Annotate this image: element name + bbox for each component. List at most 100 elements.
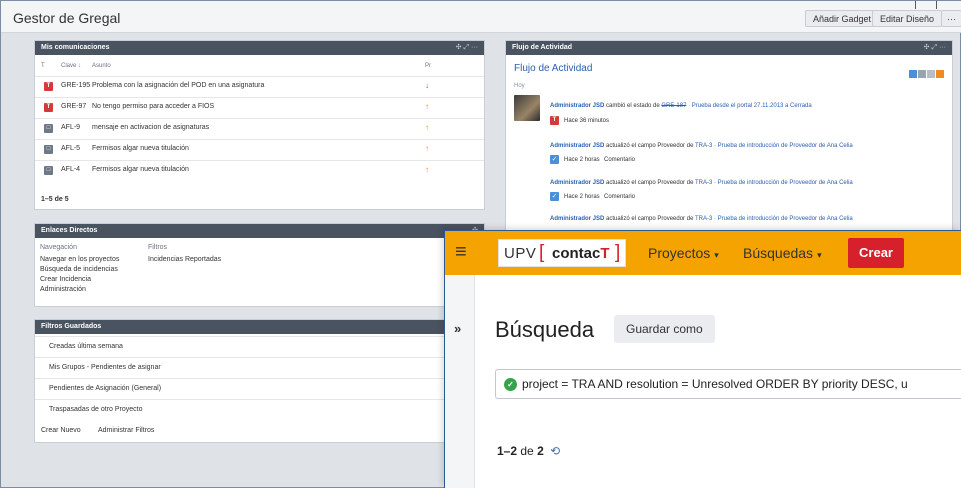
valid-query-check-icon: ✓ <box>504 378 517 391</box>
issue-link[interactable]: TRA-3 <box>695 143 712 149</box>
gadget-header: Mis comunicaciones ✣ ⤢ ··· <box>35 41 484 55</box>
comment-link[interactable]: Comentario <box>604 157 635 163</box>
activity-time: Hace 2 horas <box>564 157 600 163</box>
dashboard-title: Gestor de Gregal <box>13 10 121 26</box>
jql-query-input[interactable]: ✓ project = TRA AND resolution = Unresol… <box>495 369 961 399</box>
activity-entry-text: Administrador JSD cambió el estado de GR… <box>550 103 812 109</box>
issue-summary-link[interactable]: · Prueba de introducción de Proveedor de… <box>714 216 853 222</box>
refresh-icon[interactable]: ⟲ <box>550 444 560 458</box>
actor-link[interactable]: Administrador JSD <box>550 216 604 222</box>
saved-filter-item[interactable]: Traspasadas de otro Proyecto <box>35 399 484 420</box>
issue-key[interactable]: GRE-97 <box>61 103 86 110</box>
nav-projects-label: Proyectos <box>648 245 711 261</box>
saved-filter-item[interactable]: Pendientes de Asignación (General) <box>35 378 484 399</box>
task-type-icon: T <box>44 103 53 112</box>
link-administration[interactable]: Administración <box>40 286 86 293</box>
table-row[interactable]: T GRE-97 No tengo permiso para acceder a… <box>35 97 484 118</box>
create-button[interactable]: Crear <box>848 238 904 268</box>
activity-verb: actualizó el campo Proveedor de <box>606 180 694 186</box>
nav-searches-dropdown[interactable]: Búsquedas ▾ <box>743 245 822 261</box>
link-reported-issues[interactable]: Incidencias Reportadas <box>148 256 221 263</box>
checkbox-icon: ✓ <box>550 192 559 201</box>
task-type-icon: T <box>44 82 53 91</box>
table-row[interactable]: □ AFL-4 Fermisos algar nueva titulación … <box>35 160 484 181</box>
results-total: 2 <box>537 444 544 458</box>
issue-link[interactable]: TRA-3 <box>695 180 712 186</box>
top-navbar: ≡ UPV [ contacT ] Proyectos ▾ Búsquedas ▾ … <box>445 231 961 275</box>
activity-entry-text: Administrador JSD actualizó el campo Pro… <box>550 216 853 222</box>
list-icon[interactable] <box>918 70 926 78</box>
saved-filter-item[interactable]: Creadas última semana <box>35 336 484 357</box>
issue-link[interactable]: TRA-3 <box>695 216 712 222</box>
window-corner-mark <box>915 1 937 9</box>
rss-icon[interactable] <box>936 70 944 78</box>
issue-summary[interactable]: Fermisos algar nueva titulación <box>92 166 189 173</box>
column-header-priority[interactable]: Pr <box>425 63 431 69</box>
upv-contact-logo[interactable]: UPV [ contacT ] <box>498 239 626 267</box>
more-menu-button[interactable]: ··· <box>941 10 961 27</box>
link-issue-search[interactable]: Búsqueda de incidencias <box>40 266 118 273</box>
expand-sidebar-icon[interactable]: » <box>454 321 461 336</box>
chevron-down-icon: ▾ <box>714 250 719 260</box>
table-row[interactable]: T GRE-195 Problema con la asignación del… <box>35 76 484 97</box>
issue-key[interactable]: AFL-5 <box>61 145 80 152</box>
feed-options-icons[interactable] <box>908 65 944 83</box>
results-of-label: de <box>520 444 534 458</box>
subtask-type-icon: □ <box>44 124 53 133</box>
subtask-type-icon: □ <box>44 145 53 154</box>
gadget-title: Flujo de Actividad <box>512 44 573 51</box>
issue-summary[interactable]: Problema con la asignación del POD en un… <box>92 82 264 89</box>
gadget-header: Flujo de Actividad ✣ ⤢ ··· <box>506 41 952 55</box>
page-title: Búsqueda <box>495 317 595 342</box>
dashboard-header: Gestor de Gregal Añadir Gadget Editar Di… <box>1 1 961 33</box>
logo-bracket-left: [ <box>539 242 545 263</box>
gadget-title: Enlaces Directos <box>41 227 98 234</box>
table-row[interactable]: □ AFL-5 Fermisos algar nueva titulación … <box>35 139 484 160</box>
actor-link[interactable]: Administrador JSD <box>550 180 604 186</box>
issue-summary[interactable]: No tengo permiso para acceder a FIOS <box>92 103 214 110</box>
column-header-type[interactable]: T <box>41 63 45 69</box>
link-create-issue[interactable]: Crear Incidencia <box>40 276 91 283</box>
gadget-header: Filtros Guardados <box>35 320 484 334</box>
gadget-header: Enlaces Directos ✣ <box>35 224 484 238</box>
nav-projects-dropdown[interactable]: Proyectos ▾ <box>648 245 719 261</box>
create-new-filter-link[interactable]: Crear Nuevo <box>41 427 81 434</box>
manage-filters-link[interactable]: Administrar Filtros <box>98 427 154 434</box>
column-header-summary[interactable]: Asunto <box>92 63 111 69</box>
saved-filter-item[interactable]: Mis Grupos - Pendientes de asignar <box>35 357 484 378</box>
subtask-type-icon: □ <box>44 166 53 175</box>
gadget-title: Mis comunicaciones <box>41 44 110 51</box>
issue-key[interactable]: AFL-4 <box>61 166 80 173</box>
filter-icon[interactable] <box>909 70 917 78</box>
activity-stream-gadget: Flujo de Actividad ✣ ⤢ ··· Flujo de Acti… <box>505 40 953 240</box>
issue-summary-link[interactable]: · Prueba desde el portal 27.11.2013 a Ce… <box>688 103 812 109</box>
my-communications-gadget: Mis comunicaciones ✣ ⤢ ··· T Clave ↓ Asu… <box>34 40 485 210</box>
priority-low-icon: ↓ <box>425 81 429 90</box>
issue-key[interactable]: GRE-195 <box>61 82 90 89</box>
add-gadget-button[interactable]: Añadir Gadget <box>805 10 880 27</box>
issue-summary-link[interactable]: · Prueba de introducción de Proveedor de… <box>714 143 853 149</box>
direct-links-gadget: Enlaces Directos ✣ Navegación Filtros Na… <box>34 223 485 307</box>
navigation-heading: Navegación <box>40 244 77 251</box>
table-row[interactable]: □ AFL-9 mensaje en activacion de asignat… <box>35 118 484 139</box>
link-browse-projects[interactable]: Navegar en los proyectos <box>40 256 119 263</box>
activity-stream-title[interactable]: Flujo de Actividad <box>514 63 592 74</box>
gadget-controls-icon[interactable]: ✣ ⤢ ··· <box>924 41 946 55</box>
save-as-button[interactable]: Guardar como <box>614 315 715 343</box>
collapsed-sidebar <box>445 275 475 488</box>
issue-summary[interactable]: mensaje en activacion de asignaturas <box>92 124 209 131</box>
issue-key[interactable]: AFL-9 <box>61 124 80 131</box>
actor-link[interactable]: Administrador JSD <box>550 103 604 109</box>
issue-summary-link[interactable]: · Prueba de introducción de Proveedor de… <box>714 180 853 186</box>
actor-link[interactable]: Administrador JSD <box>550 143 604 149</box>
comment-link[interactable]: Comentario <box>604 194 635 200</box>
edit-layout-button[interactable]: Editar Diseño <box>872 10 943 27</box>
gadget-controls-icon[interactable]: ✣ ⤢ ··· <box>456 41 478 55</box>
issue-summary[interactable]: Fermisos algar nueva titulación <box>92 145 189 152</box>
logo-upv-text: UPV <box>504 245 537 262</box>
issue-link[interactable]: GRE-187 <box>661 103 686 109</box>
gadget-title: Filtros Guardados <box>41 323 102 330</box>
settings-icon[interactable] <box>927 70 935 78</box>
hamburger-menu-icon[interactable]: ≡ <box>455 241 467 263</box>
column-header-key[interactable]: Clave ↓ <box>61 63 81 69</box>
